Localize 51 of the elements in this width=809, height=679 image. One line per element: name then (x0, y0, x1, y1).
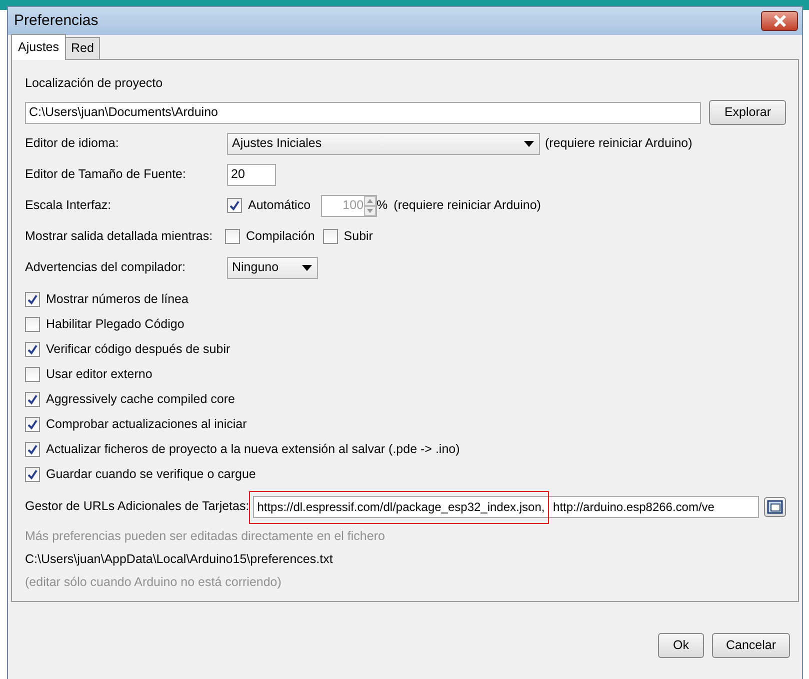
info-text: (editar sólo cuando Arduino no está corriendo) (25, 574, 282, 591)
checkbox[interactable] (25, 292, 40, 307)
checkbox[interactable] (25, 392, 40, 407)
font-size-field[interactable]: 20 (227, 164, 276, 186)
dropdown-caret-icon (524, 140, 534, 147)
urls-field[interactable]: https://dl.espressif.com/dl/package_esp32_index.json, http://arduino.esp8266.com/ve (253, 496, 759, 518)
path-field[interactable]: C:\Users\juan\Documents\Arduino (25, 102, 702, 124)
warnings-dropdown[interactable]: Ninguno (227, 256, 318, 279)
checkbox[interactable] (25, 366, 40, 382)
checkbox[interactable] (25, 442, 40, 457)
checkbox-label: Guardar cuando se verifique o cargue (46, 466, 256, 483)
field-label: Mostrar salida detallada mientras: (25, 228, 214, 246)
checkbox-label: Usar editor externo (46, 366, 152, 383)
window-title: Preferencias (14, 10, 98, 31)
checkbox[interactable] (322, 229, 338, 244)
unit-label: % (376, 197, 388, 214)
checkbox-label: Comprobar actualizaciones al iniciar (46, 416, 247, 433)
close-button[interactable] (761, 11, 798, 31)
note-text: (requiere reiniciar Arduino) (545, 135, 692, 152)
ok-button[interactable]: Ok (658, 633, 704, 658)
field-label: Editor de Tamaño de Fuente: (25, 166, 187, 184)
checkbox-label: Verificar código después de subir (46, 340, 230, 358)
field-label: Localización de proyecto (25, 75, 164, 92)
info-text: C:\Users\juan\AppData\Local\Arduino15\preferences.txt (25, 550, 334, 568)
tab[interactable]: Ajustes (11, 34, 66, 60)
field-label: Escala Interfaz: (25, 197, 112, 214)
checkbox[interactable] (225, 229, 240, 244)
language-dropdown[interactable]: Ajustes Iniciales (227, 132, 540, 155)
checkbox-label: Actualizar ficheros de proyecto a la nueva extensión al salvar (.pde -> .ino) (46, 440, 460, 458)
checkbox[interactable] (25, 416, 40, 432)
checkbox-label: Aggressively cache compiled core (46, 390, 235, 408)
checkbox-label: Subir (344, 228, 373, 246)
cancel-button[interactable]: Cancelar (712, 633, 790, 658)
field-label: Gestor de URLs Adicionales de Tarjetas: (25, 498, 250, 516)
checkbox-label: Compilación (246, 228, 315, 246)
open-window-button[interactable] (764, 496, 786, 517)
checkbox-label: Habilitar Plegado Código (46, 316, 184, 333)
checkbox[interactable] (25, 466, 40, 482)
note-text: (requiere reiniciar Arduino) (394, 197, 541, 214)
spinner-arrows-icon (364, 196, 376, 216)
field-label: Editor de idioma: (25, 135, 120, 152)
dropdown-caret-icon (302, 264, 312, 271)
info-text: Más preferencias pueden ser editadas directamente en el fichero (25, 528, 386, 545)
checkbox[interactable] (25, 316, 40, 332)
field-label: Advertencias del compilador: (25, 259, 186, 276)
tab[interactable]: Red (65, 37, 100, 59)
checkbox-label: Automático (248, 197, 311, 214)
close-icon (772, 15, 786, 27)
browse-button[interactable]: Explorar (709, 100, 786, 126)
checkbox-label: Mostrar números de línea (46, 290, 188, 308)
checkbox[interactable] (25, 342, 40, 357)
